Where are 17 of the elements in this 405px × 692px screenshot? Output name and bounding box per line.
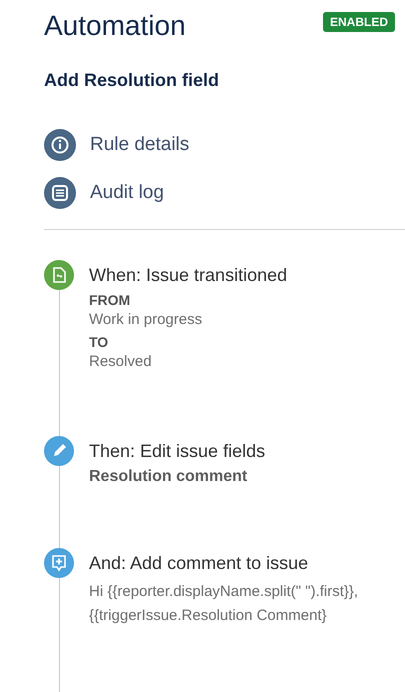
step-title[interactable]: And: Add comment to issue — [89, 553, 358, 574]
step-label: FROM — [89, 292, 132, 308]
step-value: Work in progress — [89, 310, 204, 330]
step-label: TO — [89, 334, 110, 350]
step-title[interactable]: When: Issue transitioned — [89, 265, 288, 286]
step-value: {{triggerIssue.Resolution Comment} — [89, 606, 328, 626]
list-icon[interactable] — [44, 177, 76, 209]
field-name: Resolution comment — [89, 468, 248, 486]
info-icon[interactable] — [44, 129, 76, 161]
step-value: Resolved — [89, 352, 153, 372]
menu-item[interactable]: Audit log — [90, 182, 164, 204]
page-title: Automation — [44, 10, 186, 42]
rule-name: Add Resolution field — [44, 70, 220, 91]
step-title[interactable]: Then: Edit issue fields — [89, 441, 266, 462]
step-value: Hi {{reporter.displayName.split(" ").first}}, — [89, 582, 358, 602]
menu-item[interactable]: Rule details — [90, 134, 190, 156]
status-badge: ENABLED — [322, 12, 395, 32]
